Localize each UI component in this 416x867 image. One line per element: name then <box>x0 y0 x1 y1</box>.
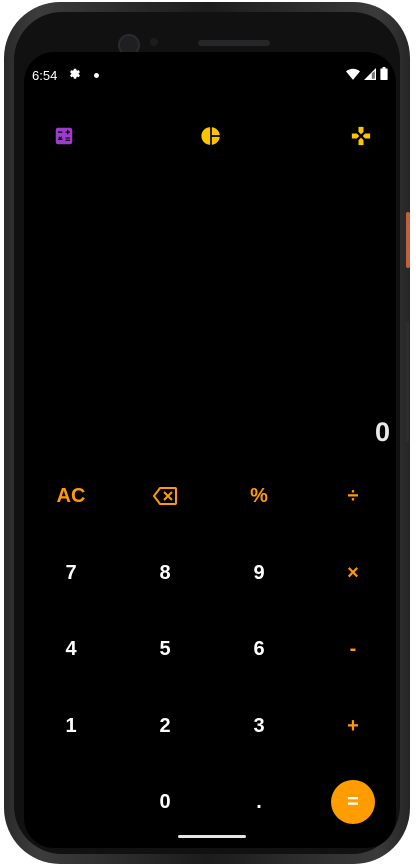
calculator-icon[interactable] <box>52 124 76 148</box>
top-toolbar <box>24 124 396 156</box>
multiply-button[interactable]: × <box>308 543 396 603</box>
subtract-button[interactable]: - <box>308 619 396 679</box>
digit-6-button[interactable]: 6 <box>214 619 304 679</box>
wifi-icon <box>346 68 360 80</box>
equals-button[interactable]: = <box>331 780 375 824</box>
status-time: 6:54 <box>32 68 58 83</box>
pie-chart-icon[interactable] <box>199 124 223 148</box>
screen: 6:54 0 AC % ÷ 7 8 9 × 4 5 6 - 1 2 3 + 0 … <box>24 52 396 848</box>
divide-button[interactable]: ÷ <box>308 466 396 526</box>
battery-icon <box>380 67 388 80</box>
digit-8-button[interactable]: 8 <box>120 543 210 603</box>
digit-1-button[interactable]: 1 <box>26 696 116 756</box>
notification-dot-icon <box>94 73 99 78</box>
gesture-nav-bar[interactable] <box>178 835 246 838</box>
phone-frame: 6:54 0 AC % ÷ 7 8 9 × 4 5 6 - 1 2 3 + 0 … <box>4 2 410 864</box>
percent-button[interactable]: % <box>214 466 304 526</box>
digit-7-button[interactable]: 7 <box>26 543 116 603</box>
digit-3-button[interactable]: 3 <box>214 696 304 756</box>
digit-9-button[interactable]: 9 <box>214 543 304 603</box>
result-display: 0 <box>374 417 390 447</box>
signal-icon <box>364 67 376 80</box>
backspace-button[interactable] <box>120 466 210 526</box>
earpiece-speaker <box>198 40 270 46</box>
decimal-button[interactable]: . <box>214 772 304 832</box>
digit-4-button[interactable]: 4 <box>26 619 116 679</box>
gamepad-icon[interactable] <box>349 124 373 148</box>
add-button[interactable]: + <box>308 696 396 756</box>
digit-0-button[interactable]: 0 <box>120 772 210 832</box>
status-icons <box>346 67 388 80</box>
backspace-icon <box>153 487 177 505</box>
power-button <box>406 212 410 268</box>
clear-button[interactable]: AC <box>26 466 116 526</box>
gear-icon <box>68 67 82 84</box>
status-bar: 6:54 <box>24 64 396 86</box>
digit-5-button[interactable]: 5 <box>120 619 210 679</box>
keypad: AC % ÷ 7 8 9 × 4 5 6 - 1 2 3 + 0 . = <box>24 458 396 848</box>
volume-button <box>406 322 409 442</box>
digit-2-button[interactable]: 2 <box>120 696 210 756</box>
proximity-sensor <box>150 38 158 46</box>
